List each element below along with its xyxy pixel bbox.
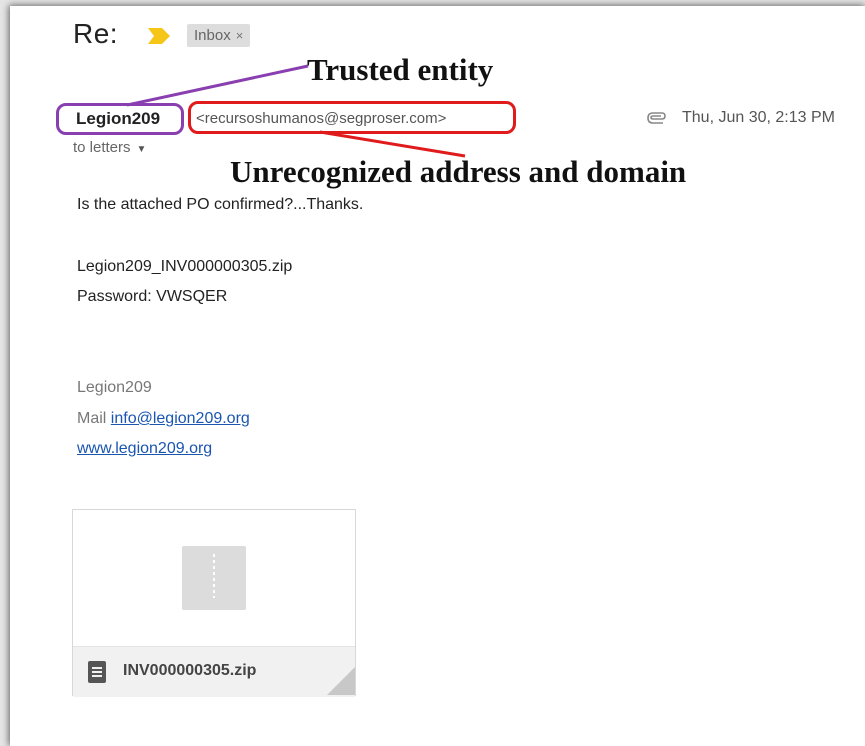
body-line: Is the attached PO confirmed?...Thanks. xyxy=(77,196,364,213)
email-date: Thu, Jun 30, 2:13 PM xyxy=(682,109,835,126)
recipients-toggle[interactable]: to letters ▼ xyxy=(73,139,146,156)
recipients-label: to letters xyxy=(73,139,131,156)
highlight-sender-name xyxy=(56,103,184,135)
caret-down-icon[interactable]: ▼ xyxy=(137,144,147,155)
label-chip-inbox[interactable]: Inbox × xyxy=(187,24,251,47)
signature-mail-prefix: Mail xyxy=(77,410,107,427)
signature-name: Legion209 xyxy=(77,379,152,396)
body-password: Password: VWSQER xyxy=(77,288,228,305)
annotation-trusted-entity: Trusted entity xyxy=(307,52,494,87)
label-chip-text: Inbox xyxy=(194,27,231,44)
close-icon[interactable]: × xyxy=(236,28,244,43)
page-fold-corner xyxy=(327,667,355,695)
signature-mail-link[interactable]: info@legion209.org xyxy=(111,410,250,427)
archive-thumbnail-icon xyxy=(182,546,246,610)
email-subject: Re: xyxy=(73,18,119,49)
email-view: Re: Inbox × Trusted entity Legion209 <rec… xyxy=(10,6,865,746)
attachment-filename: INV000000305.zip xyxy=(123,662,257,679)
archive-file-icon xyxy=(88,661,106,683)
body-attachment-name: Legion209_INV000000305.zip xyxy=(77,258,293,275)
important-marker-icon[interactable] xyxy=(148,28,170,44)
attachment-footer: INV000000305.zip xyxy=(73,646,355,697)
purple-callout-line xyxy=(126,64,309,107)
paperclip-icon xyxy=(647,112,666,124)
highlight-sender-email xyxy=(188,101,516,134)
signature-website-link[interactable]: www.legion209.org xyxy=(77,440,212,458)
attachment-card[interactable]: INV000000305.zip xyxy=(72,509,356,697)
annotation-unrecognized-address: Unrecognized address and domain xyxy=(230,154,687,189)
red-callout-line xyxy=(319,130,466,158)
signature-mail: Mail info@legion209.org xyxy=(77,410,250,428)
